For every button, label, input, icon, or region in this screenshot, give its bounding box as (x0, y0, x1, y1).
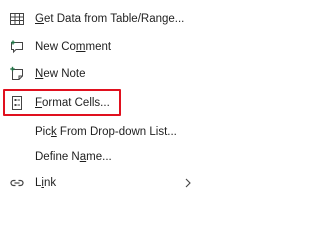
context-menu: Get Data from Table/Range... New Comment… (0, 0, 200, 200)
menu-item-link[interactable]: Link (0, 170, 200, 196)
link-icon (9, 175, 25, 191)
menu-item-format-cells[interactable]: Format Cells... (0, 90, 200, 116)
menu-item-label: Get Data from Table/Range... (35, 13, 185, 25)
table-icon (9, 11, 25, 27)
chevron-right-icon (184, 178, 192, 188)
menu-item-new-note[interactable]: New Note (0, 61, 200, 87)
format-cells-icon (9, 95, 25, 111)
menu-item-get-data[interactable]: Get Data from Table/Range... (0, 6, 200, 32)
menu-item-define-name[interactable]: Define Name... (0, 144, 200, 170)
menu-item-label: New Note (35, 68, 86, 80)
menu-item-label: Define Name... (35, 151, 112, 163)
comment-icon (9, 39, 25, 55)
menu-item-label: Pick From Drop-down List... (35, 126, 177, 138)
menu-item-label: Link (35, 177, 57, 189)
menu-item-label: Format Cells... (35, 97, 110, 109)
menu-item-label: New Comment (35, 41, 112, 53)
menu-item-pick-from-list[interactable]: Pick From Drop-down List... (0, 119, 200, 145)
menu-item-new-comment[interactable]: New Comment (0, 34, 200, 60)
note-icon (9, 66, 25, 82)
